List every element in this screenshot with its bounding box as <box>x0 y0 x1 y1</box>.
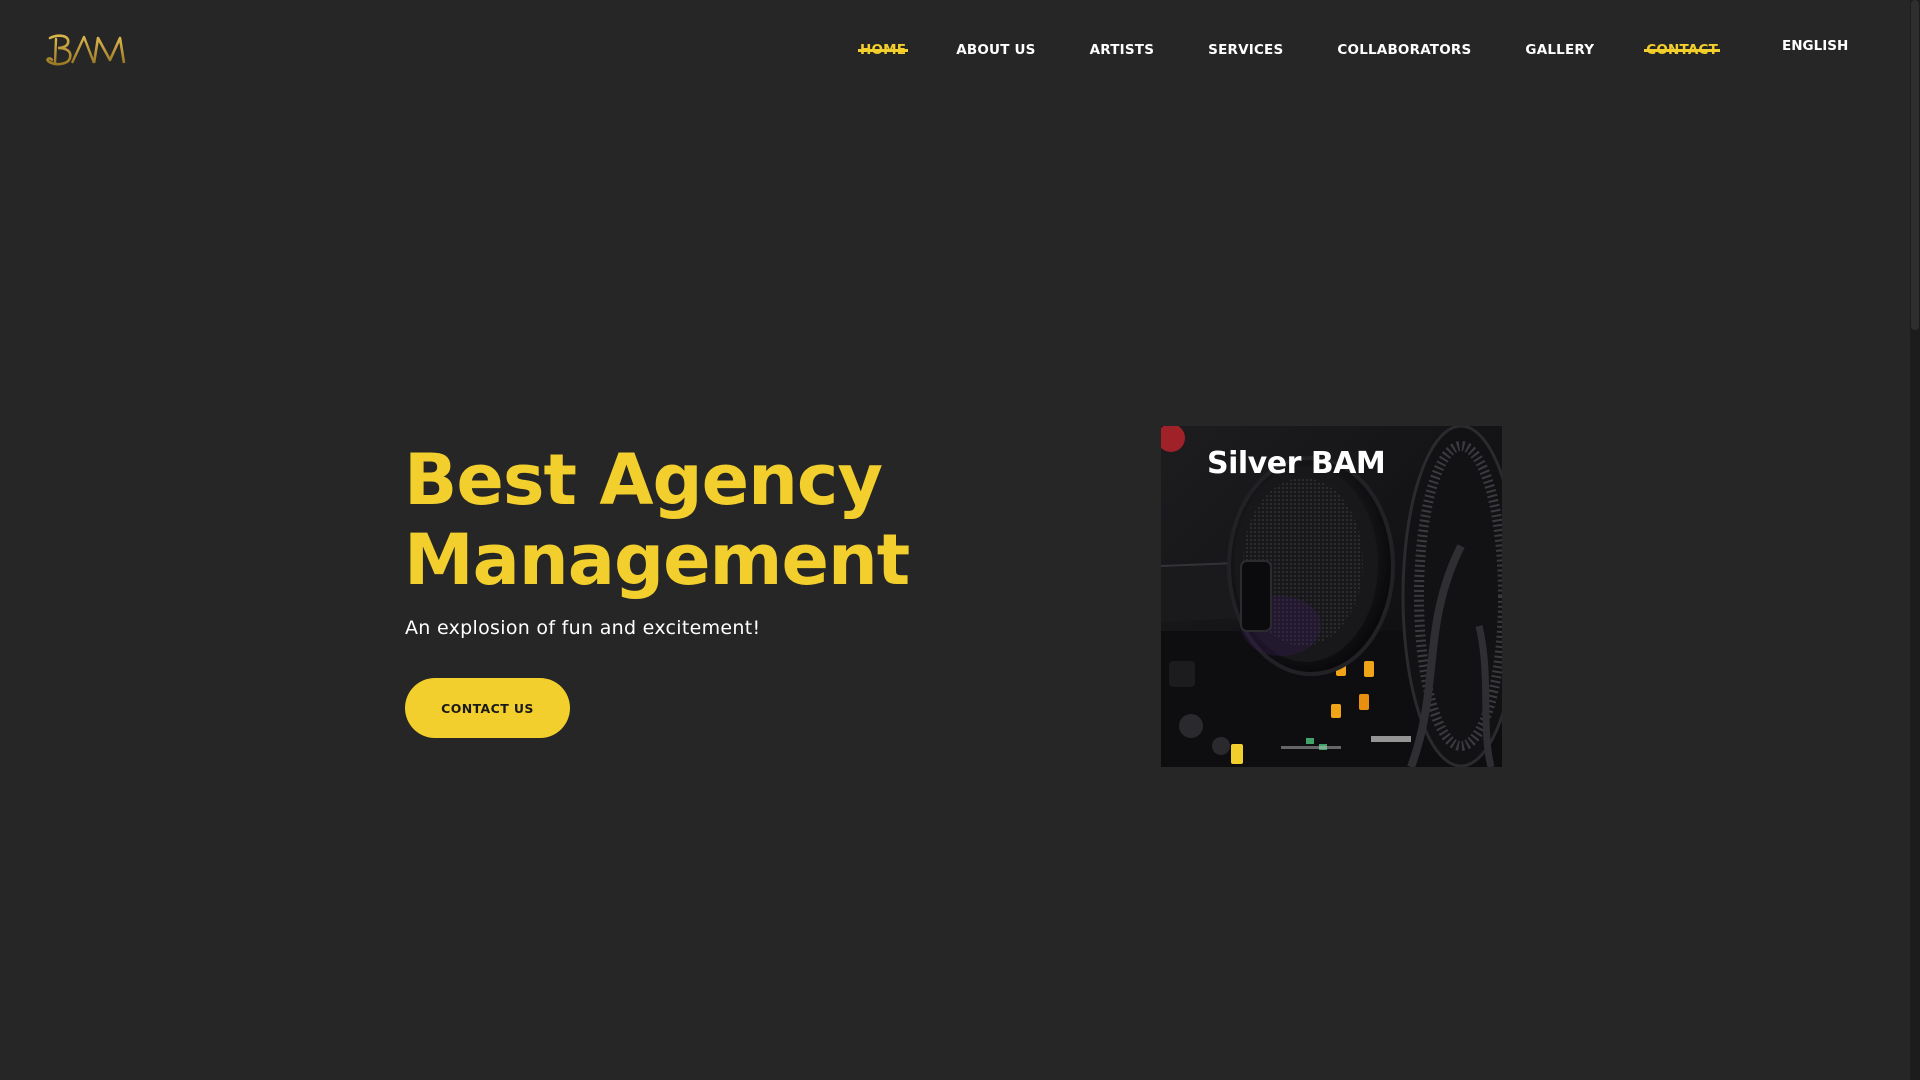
scrollbar-thumb[interactable] <box>1911 0 1919 330</box>
contact-us-button[interactable]: CONTACT US <box>405 678 570 738</box>
site-header: HOME ABOUT US ARTISTS SERVICES COLLABORA… <box>0 0 1910 100</box>
nav-about-us[interactable]: ABOUT US <box>956 42 1035 58</box>
card-title: Silver BAM <box>1207 446 1386 481</box>
hero-title-line2: Management <box>404 519 910 601</box>
silver-bam-card[interactable]: Silver BAM <box>1161 426 1502 767</box>
hero-subtitle: An explosion of fun and excitement! <box>405 617 761 639</box>
hero-title-line1: Best Agency <box>404 439 883 521</box>
nav-services[interactable]: SERVICES <box>1208 42 1283 58</box>
nav-artists[interactable]: ARTISTS <box>1090 42 1155 58</box>
nav-gallery[interactable]: GALLERY <box>1525 42 1594 58</box>
main-nav: HOME ABOUT US ARTISTS SERVICES COLLABORA… <box>857 38 1720 62</box>
nav-collaborators[interactable]: COLLABORATORS <box>1337 42 1471 58</box>
bam-logo[interactable] <box>44 30 134 70</box>
page: HOME ABOUT US ARTISTS SERVICES COLLABORA… <box>0 0 1920 1080</box>
bam-logo-icon <box>46 34 130 66</box>
nav-home[interactable]: HOME <box>857 42 909 58</box>
hero-title: Best Agency Management <box>404 440 964 600</box>
nav-contact[interactable]: CONTACT <box>1644 42 1720 58</box>
language-selector[interactable]: ENGLISH <box>1782 38 1848 54</box>
page-scrollbar[interactable] <box>1910 0 1920 1080</box>
